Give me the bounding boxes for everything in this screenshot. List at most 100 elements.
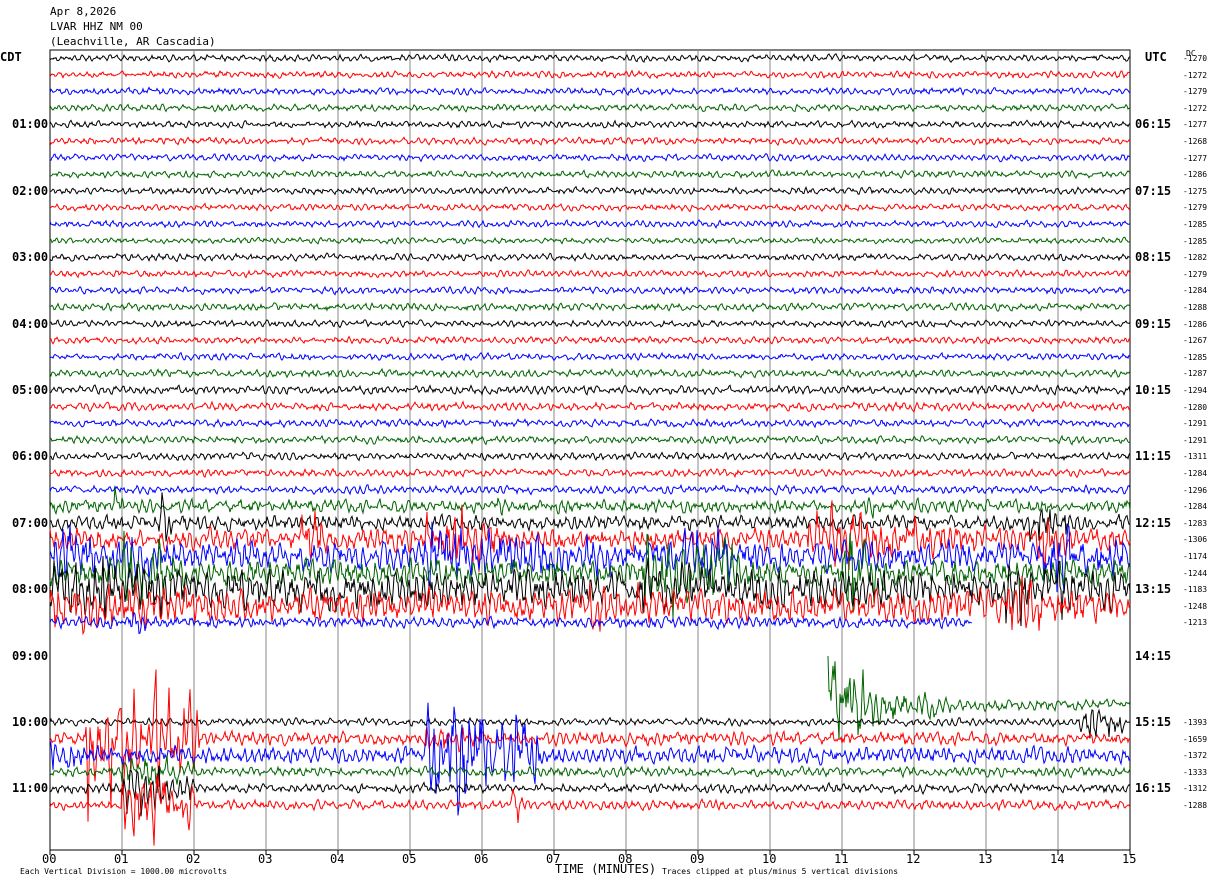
- left-hour-label: 03:00: [12, 250, 48, 264]
- plot-frame: [50, 50, 1130, 850]
- x-tick-label: 01: [114, 852, 128, 866]
- dc-offset-label: -1282: [1183, 253, 1207, 262]
- x-tick-label: 03: [258, 852, 272, 866]
- dc-offset-label: -1272: [1183, 71, 1207, 80]
- dc-offset-label: -1294: [1183, 386, 1207, 395]
- trace-row: [50, 436, 1130, 445]
- dc-offset-label: -1279: [1183, 203, 1207, 212]
- trace-row: [50, 204, 1130, 212]
- trace-row: [50, 452, 1130, 460]
- dc-offset-label: -1306: [1183, 535, 1207, 544]
- dc-offset-label: -1280: [1183, 403, 1207, 412]
- dc-offset-label: -1279: [1183, 87, 1207, 96]
- x-tick-label: 09: [690, 852, 704, 866]
- trace-row: [50, 670, 1130, 822]
- scale-note: Each Vertical Division = 1000.00 microvo…: [20, 867, 227, 876]
- left-hour-label: 05:00: [12, 383, 48, 397]
- x-tick-label: 06: [474, 852, 488, 866]
- dc-offset-label: -1183: [1183, 585, 1207, 594]
- left-hour-label: 06:00: [12, 449, 48, 463]
- trace-row: [50, 88, 1130, 96]
- x-tick-label: 15: [1122, 852, 1136, 866]
- trace-row: [50, 120, 1130, 128]
- trace-row: [50, 369, 1130, 378]
- trace-row: [50, 237, 1130, 244]
- dc-offset-label: -1296: [1183, 486, 1207, 495]
- dc-offset-label: -1284: [1183, 286, 1207, 295]
- helicorder: Apr 8,2026 LVAR HHZ NM 00 (Leachville, A…: [0, 0, 1210, 886]
- trace-row: [50, 576, 1130, 634]
- dc-offset-label: -1267: [1183, 336, 1207, 345]
- dc-offset-label: -1312: [1183, 784, 1207, 793]
- dc-offset-label: -1372: [1183, 751, 1207, 760]
- x-tick-label: 00: [42, 852, 56, 866]
- right-hour-label: 16:15: [1135, 781, 1171, 795]
- right-hour-label: 11:15: [1135, 449, 1171, 463]
- dc-offset-label: -1286: [1183, 170, 1207, 179]
- dc-offset-label: -1244: [1183, 569, 1207, 578]
- trace-row: [828, 656, 1130, 740]
- left-hour-label: 04:00: [12, 317, 48, 331]
- right-hour-label: 15:15: [1135, 715, 1171, 729]
- left-hour-label: 01:00: [12, 117, 48, 131]
- left-hour-label: 02:00: [12, 184, 48, 198]
- dc-offset-label: -1285: [1183, 220, 1207, 229]
- dc-offset-label: -1174: [1183, 552, 1207, 561]
- right-hour-label: 12:15: [1135, 516, 1171, 530]
- trace-plot: [0, 0, 1210, 886]
- trace-row: [50, 402, 1130, 412]
- trace-row: [50, 320, 1130, 328]
- dc-offset-label: -1291: [1183, 436, 1207, 445]
- x-tick-label: 13: [978, 852, 992, 866]
- trace-row: [50, 170, 1130, 178]
- dc-offset-label: -1284: [1183, 502, 1207, 511]
- right-hour-label: 08:15: [1135, 250, 1171, 264]
- dc-offset-label: -1393: [1183, 718, 1207, 727]
- trace-row: [50, 270, 1130, 278]
- trace-row: [50, 104, 1130, 112]
- trace-row: [50, 54, 1130, 62]
- dc-offset-label: -1285: [1183, 237, 1207, 246]
- left-hour-label: 07:00: [12, 516, 48, 530]
- trace-row: [50, 337, 1130, 344]
- trace-row: [50, 485, 1130, 495]
- dc-offset-label: -1275: [1183, 187, 1207, 196]
- dc-offset-label: -1283: [1183, 519, 1207, 528]
- dc-offset-label: -1291: [1183, 419, 1207, 428]
- trace-row: [50, 287, 1130, 295]
- dc-offset-label: -1279: [1183, 270, 1207, 279]
- dc-offset-label: -1248: [1183, 602, 1207, 611]
- trace-row: [50, 469, 1130, 478]
- right-hour-label: 14:15: [1135, 649, 1171, 663]
- dc-offset-label: -1213: [1183, 618, 1207, 627]
- dc-offset-label: -1272: [1183, 104, 1207, 113]
- dc-offset-label: -1277: [1183, 154, 1207, 163]
- trace-row: [50, 613, 972, 634]
- x-axis-label: TIME (MINUTES): [555, 862, 656, 876]
- right-hour-label: 13:15: [1135, 582, 1171, 596]
- trace-row: [50, 154, 1130, 162]
- dc-offset-label: -1288: [1183, 303, 1207, 312]
- left-hour-label: 08:00: [12, 582, 48, 596]
- left-hour-label: 09:00: [12, 649, 48, 663]
- trace-row: [50, 385, 1130, 395]
- dc-offset-label: -1288: [1183, 801, 1207, 810]
- dc-offset-label: -1285: [1183, 353, 1207, 362]
- trace-row: [50, 187, 1130, 195]
- dc-offset-label: -1284: [1183, 469, 1207, 478]
- x-tick-label: 04: [330, 852, 344, 866]
- dc-offset-label: -1268: [1183, 137, 1207, 146]
- right-hour-label: 10:15: [1135, 383, 1171, 397]
- dc-offset-label: -1333: [1183, 768, 1207, 777]
- right-hour-label: 09:15: [1135, 317, 1171, 331]
- x-tick-label: 14: [1050, 852, 1064, 866]
- trace-row: [50, 487, 1130, 518]
- trace-row: [50, 253, 1130, 262]
- right-hour-label: 07:15: [1135, 184, 1171, 198]
- left-hour-label: 10:00: [12, 715, 48, 729]
- dc-offset-label: -1659: [1183, 735, 1207, 744]
- trace-row: [50, 220, 1130, 228]
- right-hour-label: 06:15: [1135, 117, 1171, 131]
- x-tick-label: 11: [834, 852, 848, 866]
- dc-offset-label: -1286: [1183, 320, 1207, 329]
